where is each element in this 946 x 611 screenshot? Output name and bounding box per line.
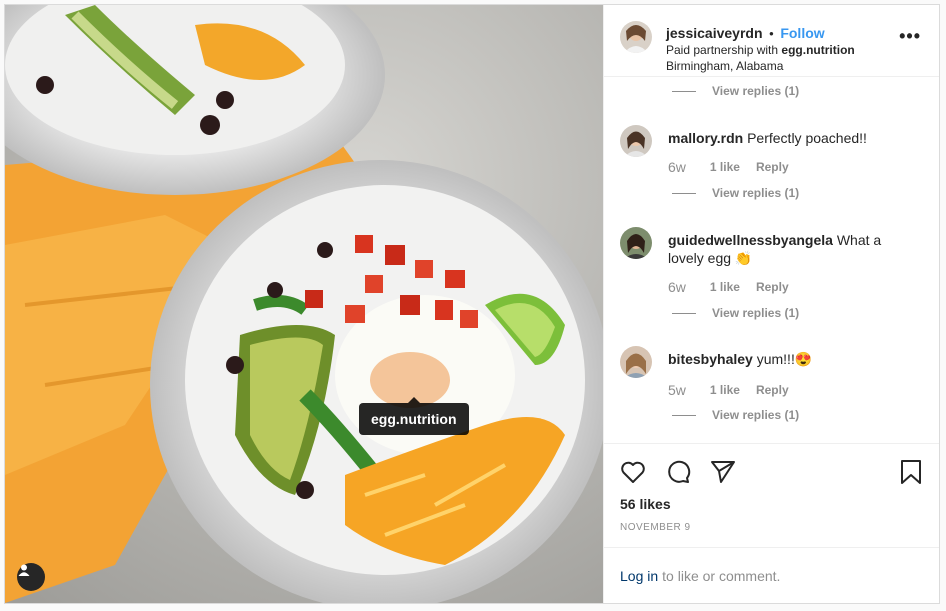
view-replies-label: View replies (1) [712, 306, 800, 320]
reply-button[interactable]: Reply [756, 383, 789, 397]
comment-meta: 5w 1 like Reply [668, 382, 805, 398]
view-replies-button[interactable]: View replies (1) [672, 84, 799, 98]
post-side-panel: jessicaiveyrdn • Follow Paid partnership… [603, 5, 939, 603]
follow-button[interactable]: Follow [780, 25, 824, 41]
bookmark-icon[interactable] [900, 460, 922, 484]
comment-likes[interactable]: 1 like [710, 280, 740, 294]
commenter-avatar[interactable] [620, 227, 652, 259]
commenter-avatar[interactable] [620, 125, 652, 157]
separator-dot: • [769, 26, 774, 41]
replies-line [672, 414, 696, 416]
post-date: NOVEMBER 9 [620, 522, 691, 533]
post-actions: 56 likes NOVEMBER 9 [604, 443, 939, 547]
login-link[interactable]: Log in [620, 568, 658, 584]
comment-body: Perfectly poached!! [747, 130, 867, 146]
view-replies-label: View replies (1) [712, 84, 800, 98]
comment-text: guidedwellnessbyangela What a lovely egg… [668, 231, 908, 267]
login-suffix: to like or comment. [662, 567, 781, 584]
likes-count[interactable]: 56 likes [620, 496, 671, 512]
reply-button[interactable]: Reply [756, 160, 789, 174]
view-replies-label: View replies (1) [712, 186, 800, 200]
share-icon[interactable] [710, 460, 736, 484]
commenter-username[interactable]: bitesbyhaley [668, 351, 753, 367]
author-avatar[interactable] [620, 21, 652, 53]
comment-time[interactable]: 5w [668, 382, 686, 398]
commenter-username[interactable]: mallory.rdn [668, 130, 743, 146]
view-replies-label: View replies (1) [712, 408, 800, 422]
comment-likes[interactable]: 1 like [710, 383, 740, 397]
view-replies-button[interactable]: View replies (1) [672, 186, 799, 200]
comments-list[interactable]: View replies (1) mallory.rdn Perfectly p… [604, 77, 939, 443]
reply-button[interactable]: Reply [756, 280, 789, 294]
replies-line [672, 192, 696, 194]
comment-meta: 6w 1 like Reply [668, 279, 805, 295]
view-replies-button[interactable]: View replies (1) [672, 306, 799, 320]
comment-icon[interactable] [666, 460, 692, 484]
login-prompt: Log in to like or comment. [604, 547, 939, 603]
comment-time[interactable]: 6w [668, 279, 686, 295]
comment-body: yum!!!😍 [756, 351, 813, 367]
post-header: jessicaiveyrdn • Follow Paid partnership… [604, 5, 939, 77]
comment-time[interactable]: 6w [668, 159, 686, 175]
replies-line [672, 90, 696, 92]
view-replies-button[interactable]: View replies (1) [672, 408, 799, 422]
food-photo-illustration [5, 5, 603, 603]
heart-icon[interactable] [620, 460, 646, 484]
more-options-icon[interactable]: ••• [899, 27, 921, 45]
product-tag[interactable]: egg.nutrition [359, 397, 469, 435]
commenter-avatar[interactable] [620, 346, 652, 378]
instagram-post: egg.nutrition jessicaiveyrdn • Follow Pa… [4, 4, 940, 604]
partner-link[interactable]: egg.nutrition [781, 43, 854, 57]
comment-likes[interactable]: 1 like [710, 160, 740, 174]
replies-line [672, 312, 696, 314]
location-link[interactable]: Birmingham, Alabama [666, 58, 855, 74]
author-username[interactable]: jessicaiveyrdn [666, 25, 763, 41]
partnership-line: Paid partnership with egg.nutrition [666, 42, 855, 58]
comment-meta: 6w 1 like Reply [668, 159, 805, 175]
comment-text: bitesbyhaley yum!!!😍 [668, 350, 908, 368]
commenter-username[interactable]: guidedwellnessbyangela [668, 232, 833, 248]
post-header-text: jessicaiveyrdn • Follow Paid partnership… [666, 25, 855, 76]
user-tags-button[interactable] [17, 563, 45, 591]
comment-text: mallory.rdn Perfectly poached!! [668, 129, 908, 147]
post-photo[interactable]: egg.nutrition [5, 5, 603, 603]
partnership-prefix: Paid partnership with [666, 43, 782, 57]
person-icon [18, 564, 30, 576]
